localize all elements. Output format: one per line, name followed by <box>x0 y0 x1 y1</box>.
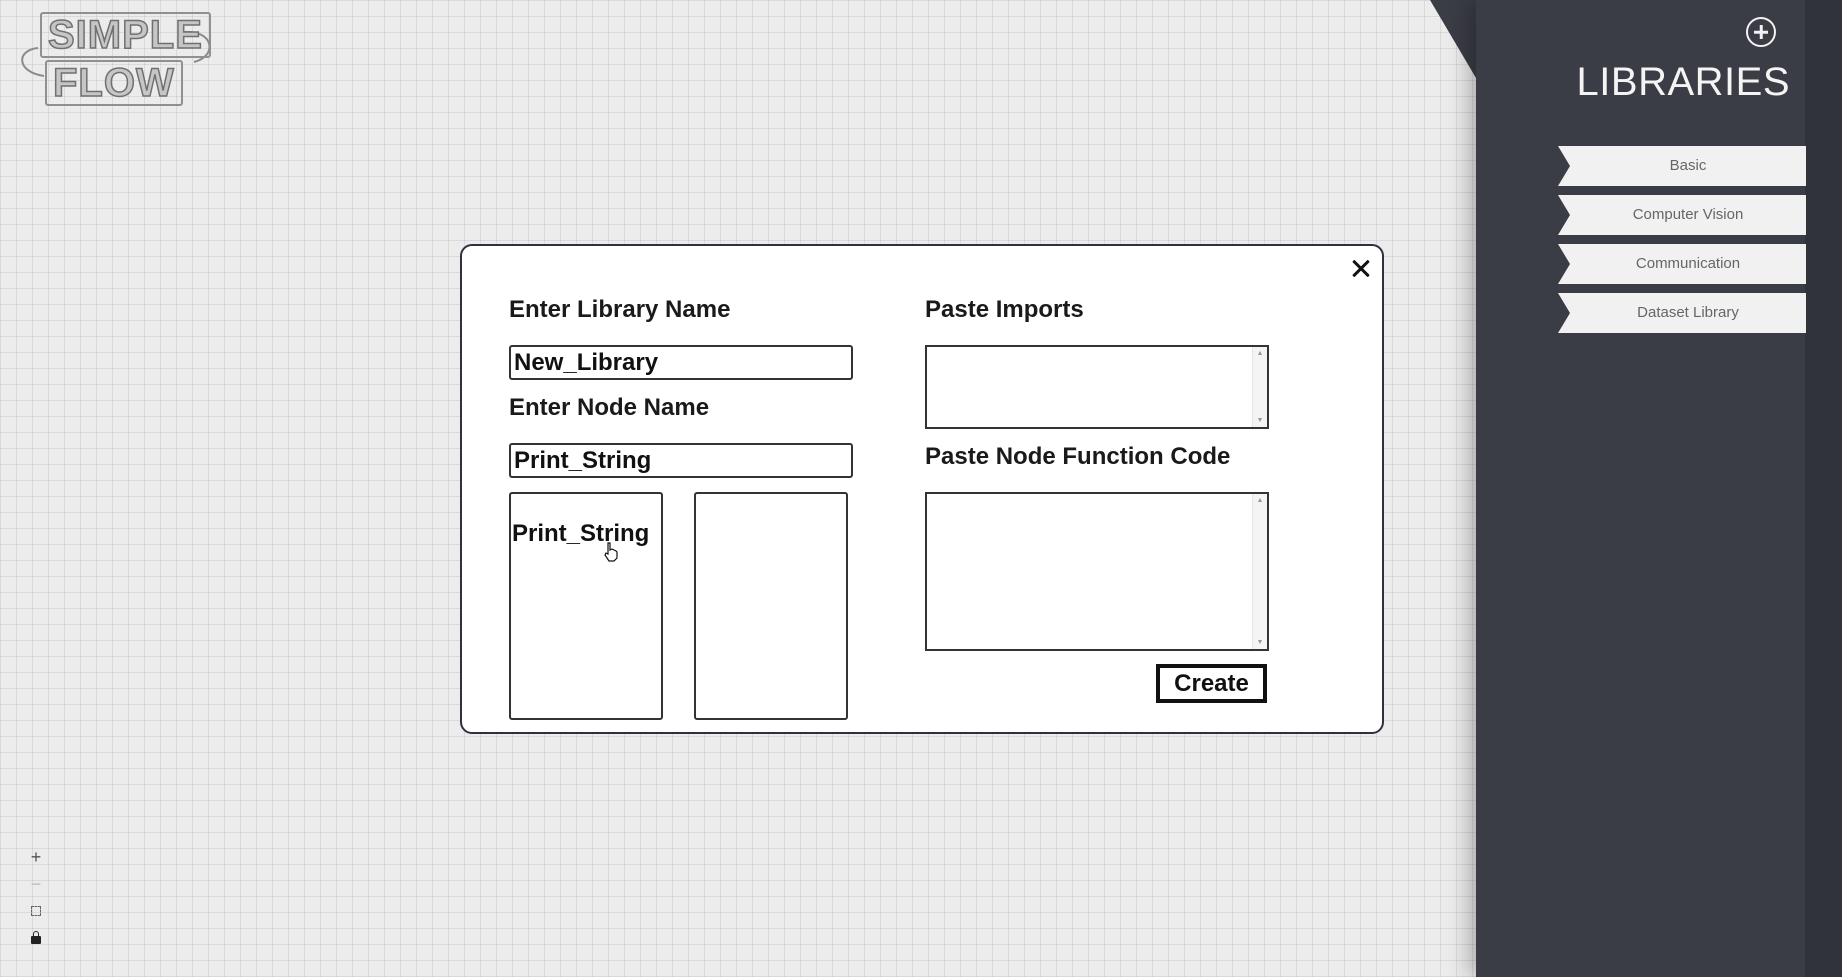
library-item-communication[interactable]: Communication <box>1558 244 1806 284</box>
library-name-input[interactable] <box>509 345 853 380</box>
node-name-input[interactable] <box>509 443 853 478</box>
sidebar-slant-edge <box>1430 0 1480 977</box>
library-item-label: Basic <box>1669 157 1707 174</box>
library-item-computer-vision[interactable]: Computer Vision <box>1558 195 1806 235</box>
create-library-modal: Enter Library Name Enter Node Name Print… <box>460 244 1384 734</box>
close-icon[interactable] <box>1346 254 1376 284</box>
imports-textarea-wrapper <box>925 345 1269 429</box>
lock-icon <box>31 931 41 944</box>
library-item-basic[interactable]: Basic <box>1558 146 1806 186</box>
sidebar-title: LIBRARIES <box>1576 60 1790 104</box>
node-code-scrollbar[interactable] <box>1252 494 1267 649</box>
logo-text-flow: FLOW <box>45 60 183 106</box>
fit-view-button[interactable] <box>23 898 49 924</box>
library-item-label: Computer Vision <box>1632 206 1744 223</box>
zoom-out-button[interactable]: − <box>23 871 49 897</box>
node-preview-inputs: Print_String <box>509 492 663 720</box>
library-list: Basic Computer Vision Communication Data… <box>1558 146 1806 342</box>
create-button[interactable]: Create <box>1156 664 1267 703</box>
app-logo: SIMPLE FLOW <box>16 10 221 106</box>
add-library-button[interactable] <box>1746 17 1776 47</box>
node-code-label: Paste Node Function Code <box>925 443 1231 470</box>
library-item-label: Communication <box>1635 255 1741 272</box>
imports-textarea[interactable] <box>927 347 1267 427</box>
imports-label: Paste Imports <box>925 296 1084 323</box>
library-item-label: Dataset Library <box>1637 304 1739 321</box>
node-code-textarea[interactable] <box>927 494 1267 649</box>
fit-view-icon <box>31 906 41 916</box>
lock-button[interactable] <box>23 925 49 951</box>
logo-text-simple: SIMPLE <box>40 12 211 58</box>
zoom-in-button[interactable]: + <box>23 844 49 870</box>
node-preview-name[interactable]: Print_String <box>512 520 649 548</box>
node-preview-outputs <box>694 492 848 720</box>
hand-cursor-icon <box>604 542 618 562</box>
node-code-textarea-wrapper <box>925 492 1269 651</box>
canvas-zoom-controls: + − <box>23 844 49 952</box>
sidebar-edge-strip <box>1805 0 1842 977</box>
library-name-label: Enter Library Name <box>509 296 731 323</box>
imports-scrollbar[interactable] <box>1252 347 1267 427</box>
library-item-dataset-library[interactable]: Dataset Library <box>1558 293 1806 333</box>
node-name-label: Enter Node Name <box>509 394 710 421</box>
